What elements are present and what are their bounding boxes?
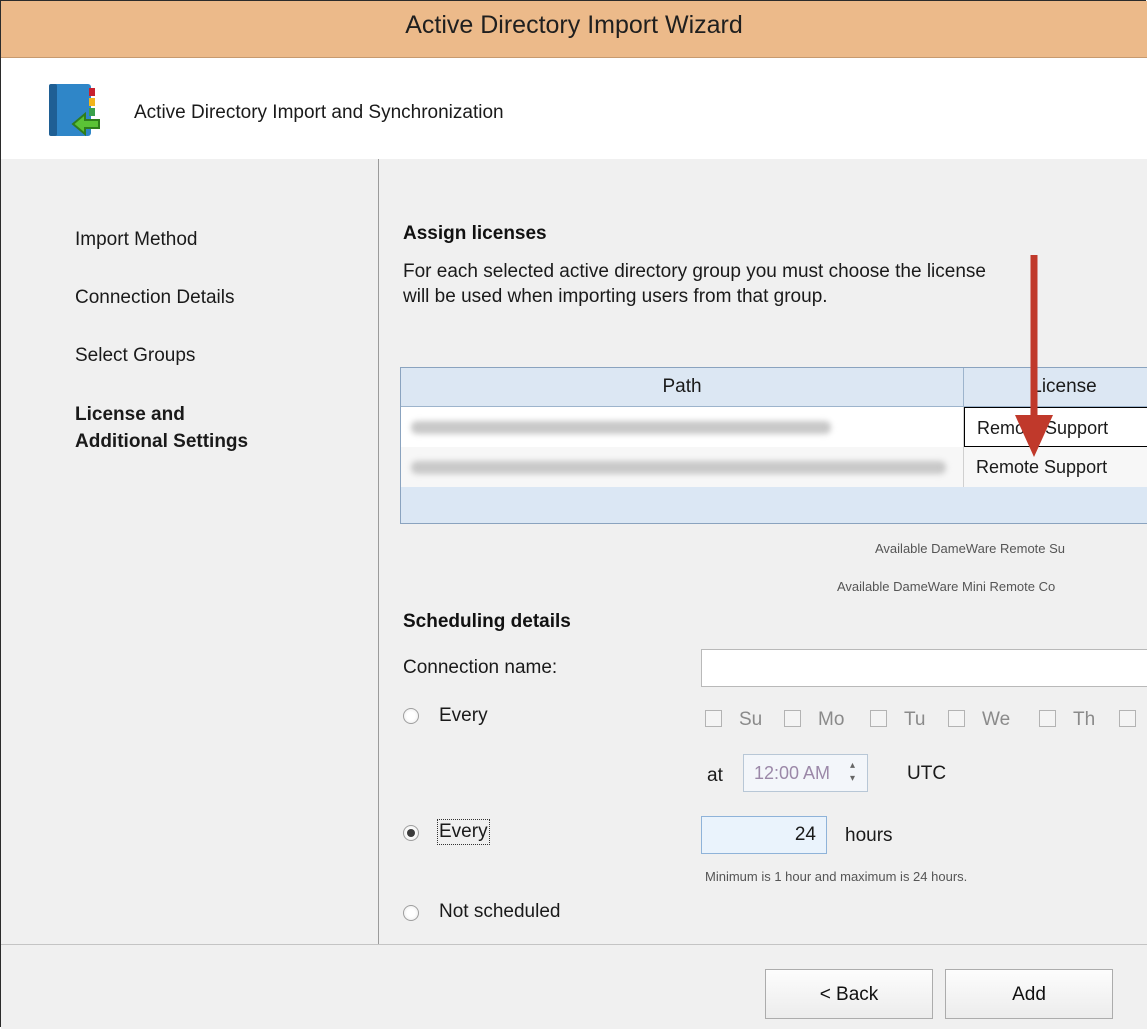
every-hours-label: Every (437, 819, 490, 845)
header-subtitle: Active Directory Import and Synchronizat… (134, 102, 504, 123)
connection-name-label: Connection name: (403, 657, 558, 678)
radio-every-hours[interactable] (403, 825, 419, 841)
wizard-steps-sidebar: Import Method Connection Details Select … (1, 159, 379, 944)
checkbox-we[interactable] (948, 710, 965, 727)
wizard-footer: < Back Add (1, 944, 1147, 1029)
day-label-we: We (982, 709, 1011, 730)
day-label-su: Su (739, 709, 763, 730)
checkbox-su[interactable] (705, 710, 722, 727)
day-label-th: Th (1073, 709, 1096, 730)
spin-arrows-icon[interactable]: ▴ ▾ (850, 759, 855, 785)
column-header-path[interactable]: Path (401, 368, 964, 406)
step-license-line2: Additional Settings (75, 431, 249, 452)
step-license-settings[interactable]: License and Additional Settings (75, 401, 248, 455)
step-license-line1: License and (75, 404, 185, 425)
path-cell-blurred (401, 407, 964, 447)
checkbox-tu[interactable] (870, 710, 887, 727)
checkbox-mo[interactable] (784, 710, 801, 727)
window-title: Active Directory Import Wizard (405, 11, 743, 39)
checkbox-fr[interactable] (1119, 710, 1136, 727)
wizard-header: Active Directory Import and Synchronizat… (1, 58, 1147, 159)
hours-unit-label: hours (845, 825, 893, 846)
available-mini-remote-label: Available DameWare Mini Remote Co (837, 579, 1056, 594)
annotation-arrow (1015, 255, 1053, 457)
add-button[interactable]: Add (945, 969, 1113, 1019)
connection-name-input[interactable] (701, 649, 1147, 687)
step-import-method[interactable]: Import Method (75, 229, 198, 251)
hours-value: 24 (794, 824, 816, 845)
active-directory-book-icon (49, 84, 100, 137)
back-button[interactable]: < Back (765, 969, 933, 1019)
path-cell-blurred (401, 447, 964, 487)
hours-hint: Minimum is 1 hour and maximum is 24 hour… (705, 869, 968, 884)
every-days-label: Every (439, 705, 488, 726)
utc-label: UTC (907, 763, 947, 784)
wizard-content: Assign licenses For each selected active… (379, 159, 1147, 944)
day-label-tu: Tu (904, 709, 926, 730)
hours-input[interactable]: 24 (701, 816, 827, 854)
step-select-groups[interactable]: Select Groups (75, 345, 195, 367)
radio-not-scheduled[interactable] (403, 905, 419, 921)
time-picker[interactable]: 12:00 AM ▴ ▾ (743, 754, 868, 792)
checkbox-th[interactable] (1039, 710, 1056, 727)
at-label: at (707, 765, 723, 786)
day-label-mo: Mo (818, 709, 845, 730)
assign-licenses-heading: Assign licenses (403, 223, 547, 244)
scheduling-heading: Scheduling details (403, 611, 571, 632)
title-bar[interactable]: Active Directory Import Wizard (1, 1, 1147, 58)
radio-every-days[interactable] (403, 708, 419, 724)
wizard-window: Active Directory Import Wizard Active Di… (0, 0, 1147, 1029)
step-connection-details[interactable]: Connection Details (75, 287, 234, 309)
time-value: 12:00 AM (754, 763, 831, 783)
available-remote-support-label: Available DameWare Remote Su (875, 541, 1066, 556)
not-scheduled-label: Not scheduled (439, 901, 561, 922)
